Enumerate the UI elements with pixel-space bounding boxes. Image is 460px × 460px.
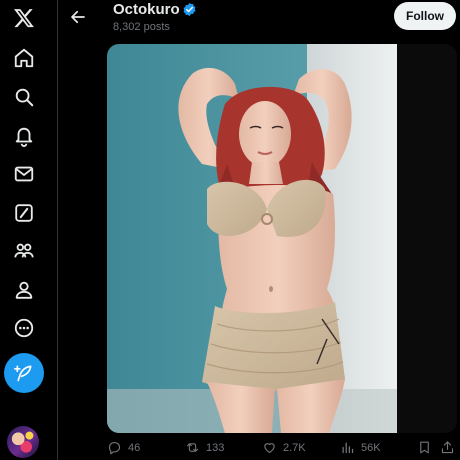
x-logo-icon[interactable] — [6, 0, 42, 36]
verified-badge-icon — [183, 2, 196, 17]
home-icon[interactable] — [6, 40, 42, 76]
back-arrow-icon[interactable] — [67, 6, 89, 28]
notifications-icon[interactable] — [6, 118, 42, 154]
share-button[interactable] — [440, 440, 455, 455]
like-count: 2.7K — [283, 441, 306, 454]
views-chart-icon — [342, 442, 354, 454]
post-button[interactable] — [4, 353, 44, 393]
follow-button[interactable]: Follow — [394, 2, 456, 30]
post-media-image[interactable] — [107, 44, 457, 433]
repost-button[interactable]: 133 — [185, 440, 224, 455]
post-count: 8,302 posts — [113, 21, 170, 33]
bookmark-button[interactable] — [417, 440, 432, 455]
post-action-bar: 46 133 2.7K 56K — [0, 436, 460, 460]
share-icon — [441, 441, 454, 454]
feather-plus-icon — [14, 365, 32, 382]
grok-icon[interactable] — [6, 195, 42, 231]
bookmark-icon — [420, 441, 429, 454]
reply-button[interactable]: 46 — [107, 440, 140, 455]
more-icon[interactable] — [6, 310, 42, 346]
repost-icon — [186, 443, 199, 452]
views-count: 56K — [361, 441, 381, 454]
messages-icon[interactable] — [6, 156, 42, 192]
like-button[interactable]: 2.7K — [262, 440, 306, 455]
repost-count: 133 — [206, 441, 225, 454]
profile-name: Octokuro — [113, 1, 180, 18]
explore-icon[interactable] — [6, 79, 42, 115]
profile-icon[interactable] — [6, 272, 42, 308]
communities-icon[interactable] — [6, 233, 42, 269]
nav-divider — [57, 0, 58, 460]
reply-count: 46 — [128, 441, 141, 454]
reply-icon — [108, 441, 121, 455]
heart-icon — [264, 443, 275, 454]
nav-rail — [0, 0, 48, 460]
views-button[interactable]: 56K — [340, 440, 381, 455]
